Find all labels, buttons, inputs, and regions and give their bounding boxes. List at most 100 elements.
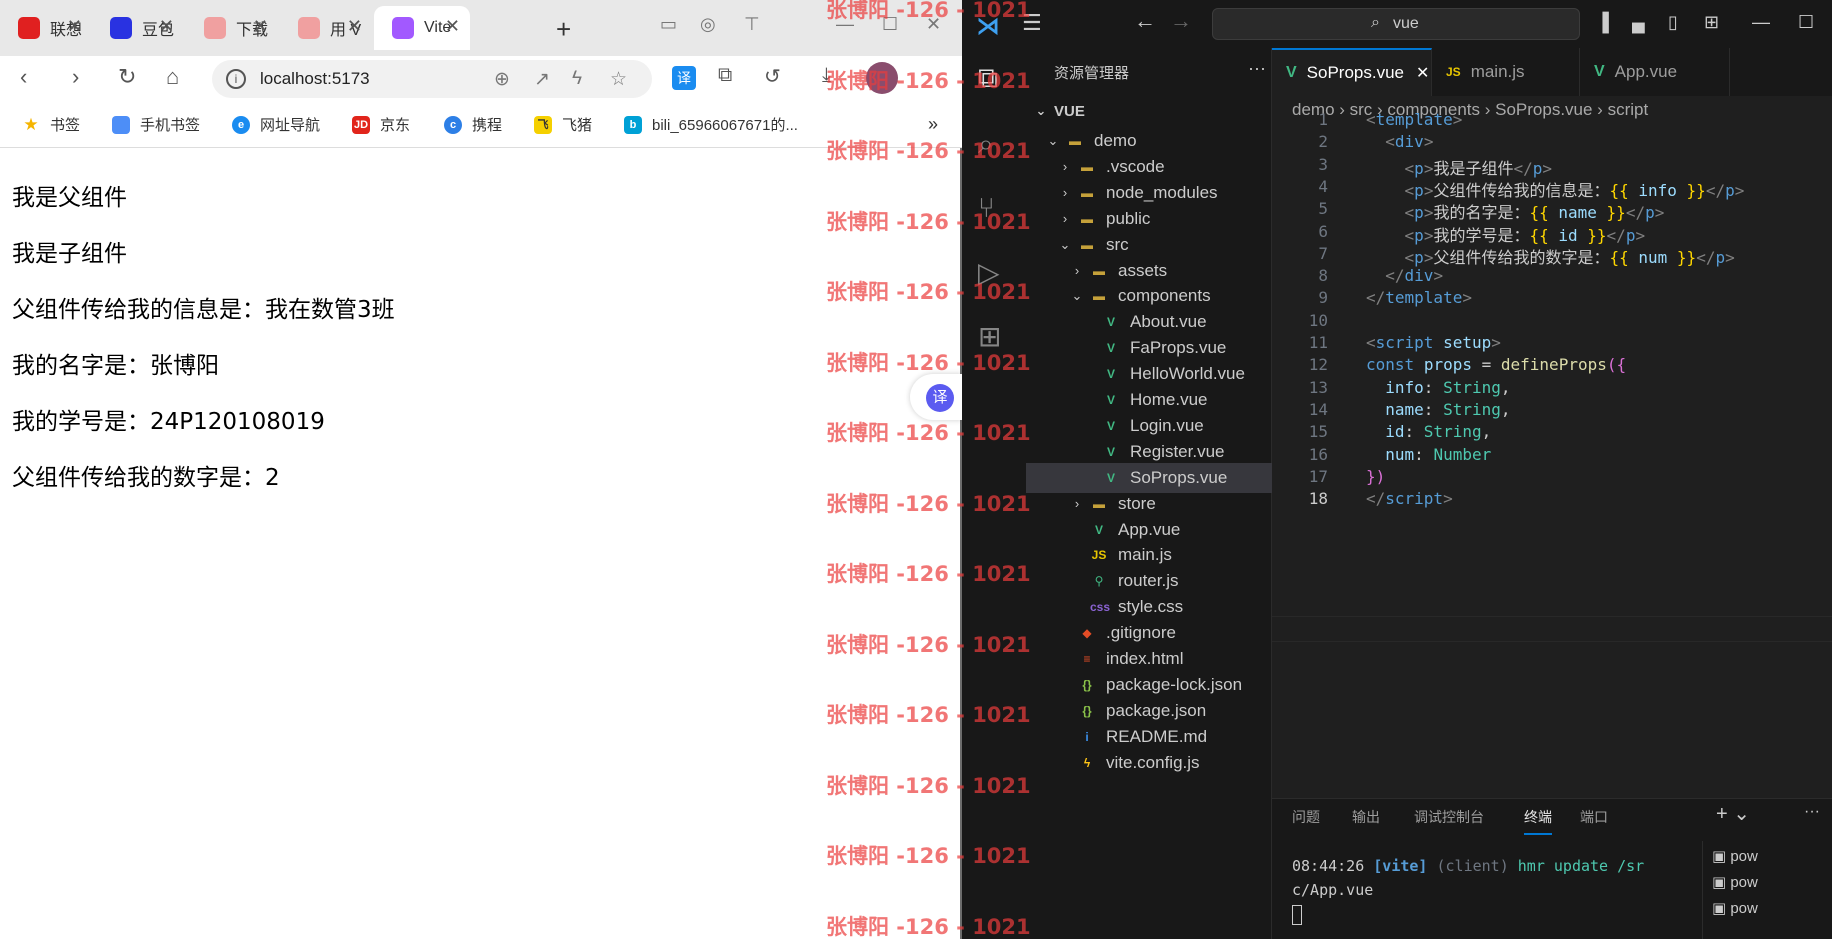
- code-line[interactable]: }): [1366, 467, 1385, 486]
- browser-tab[interactable]: Vite ✕: [374, 6, 470, 50]
- new-terminal-icon[interactable]: + ⌄: [1716, 801, 1750, 826]
- code-line[interactable]: <p>父组件传给我的数字是：{{ num }}</p>: [1366, 244, 1735, 268]
- current-line-highlight: [1272, 616, 1832, 642]
- close-tab-icon[interactable]: ✕: [159, 16, 174, 37]
- vite-icon: ϟ: [1083, 755, 1091, 770]
- bookmark-item[interactable]: b bili_65966067671的...: [624, 114, 798, 135]
- browser-tab[interactable]: 下载 ✕: [186, 6, 278, 50]
- watermark-text: 张博阳 -126 - 1021: [826, 703, 1031, 727]
- workspace-root[interactable]: ⌄ VUE: [1026, 96, 1272, 126]
- panel-tab-problems[interactable]: 问题: [1292, 807, 1320, 827]
- minimize-icon[interactable]: —: [1752, 12, 1770, 33]
- terminal-instance[interactable]: ▣ pow: [1712, 847, 1758, 865]
- code-line[interactable]: <div>: [1366, 132, 1433, 151]
- more-actions-icon[interactable]: ···: [1248, 58, 1266, 79]
- panel-tab-terminal[interactable]: 终端: [1524, 807, 1552, 835]
- site-info-icon[interactable]: i: [226, 69, 246, 89]
- vue-icon: V: [1106, 393, 1115, 407]
- panel-tab-debug[interactable]: 调试控制台: [1414, 807, 1484, 827]
- back-arrow-icon[interactable]: ←: [1134, 8, 1156, 34]
- code-line[interactable]: <p>我是子组件</p>: [1366, 155, 1552, 179]
- browser-tab[interactable]: 联想 ✕: [0, 6, 92, 50]
- toggle-sidebar-icon[interactable]: ▐: [1596, 12, 1609, 33]
- browser-tab[interactable]: 豆包 ✕: [92, 6, 184, 50]
- vscode-window: ⋊ ☰ ← → ⌕ vue ▐ ▄ ▯ ⊞ — ☐ ⧉ ⌕ ⑂ ▷ ⊞ 资源管理…: [962, 0, 1832, 939]
- lightning-icon[interactable]: ϟ: [572, 68, 582, 90]
- code-line[interactable]: </template>: [1366, 288, 1472, 307]
- terminal-instance[interactable]: ▣ pow: [1712, 899, 1758, 917]
- toggle-secondary-icon[interactable]: ▯: [1668, 12, 1678, 33]
- bookmark-item[interactable]: ★ 书签: [22, 114, 80, 135]
- line-number: 18: [1308, 489, 1328, 509]
- panel-tab-output[interactable]: 输出: [1352, 807, 1380, 827]
- close-icon[interactable]: ✕: [1416, 63, 1429, 83]
- close-tab-icon[interactable]: ✕: [445, 16, 460, 37]
- watermark-text: 张博阳 -126 - 1021: [826, 421, 1031, 445]
- back-icon[interactable]: ‹: [20, 64, 27, 90]
- tab-search-icon[interactable]: ▭: [660, 14, 677, 35]
- more-actions-icon[interactable]: ···: [1804, 803, 1820, 821]
- code-line[interactable]: id: String,: [1366, 422, 1491, 441]
- toggle-panel-icon[interactable]: ▄: [1632, 12, 1645, 33]
- chevron-down-icon: ⌄: [1059, 236, 1071, 252]
- extensions-icon[interactable]: ◎: [700, 14, 716, 35]
- bookmark-item[interactable]: e 网址导航: [232, 114, 320, 135]
- tab-soprops[interactable]: V SoProps.vue ✕: [1272, 48, 1432, 96]
- layout-icon[interactable]: ⊞: [1704, 12, 1719, 33]
- tab-app-vue[interactable]: V App.vue: [1580, 48, 1730, 96]
- zoom-icon[interactable]: ⊕: [494, 68, 510, 91]
- code-line[interactable]: <p>我的名字是：{{ name }}</p>: [1366, 199, 1665, 223]
- bookmark-item[interactable]: JD 京东: [352, 114, 410, 135]
- code-line[interactable]: name: String,: [1366, 400, 1510, 419]
- watermark-text: 张博阳 -126 - 1021: [826, 68, 1031, 93]
- forward-arrow-icon[interactable]: →: [1170, 8, 1192, 34]
- code-line[interactable]: <script setup>: [1366, 333, 1501, 352]
- panel-tab-ports[interactable]: 端口: [1580, 807, 1608, 827]
- code-line[interactable]: <p>我的学号是：{{ id }}</p>: [1366, 222, 1646, 246]
- breadcrumb[interactable]: demo › src › components › SoProps.vue › …: [1292, 100, 1648, 120]
- close-tab-icon[interactable]: ✕: [67, 16, 82, 37]
- address-bar[interactable]: i localhost:5173 ⊕ ↗ ϟ ☆: [212, 60, 652, 98]
- line-number: 14: [1308, 399, 1328, 419]
- code-line[interactable]: </div>: [1366, 266, 1443, 285]
- browser-tab[interactable]: 用 V ✕: [280, 6, 372, 50]
- star-icon: ★: [23, 114, 39, 134]
- tree-file[interactable]: ϟ vite.config.js: [1026, 748, 1272, 778]
- collections-icon[interactable]: ↺: [764, 64, 781, 89]
- chevron-down-icon: ⌄: [1047, 133, 1059, 148]
- close-tab-icon[interactable]: ✕: [253, 16, 268, 37]
- folder-icon: ▬: [1081, 159, 1093, 174]
- content-line: 我的名字是：张博阳: [12, 353, 219, 379]
- puzzle-icon[interactable]: ⧉: [718, 64, 732, 87]
- git-icon: ◆: [1082, 626, 1092, 641]
- code-line[interactable]: </script>: [1366, 489, 1453, 508]
- bookmark-item[interactable]: c 携程: [444, 114, 502, 135]
- reload-icon[interactable]: ↻: [118, 64, 136, 90]
- terminal-instance[interactable]: ▣ pow: [1712, 873, 1758, 891]
- translate-float-button[interactable]: 译: [910, 374, 962, 420]
- code-line[interactable]: num: Number: [1366, 445, 1491, 464]
- bookmark-item[interactable]: 手机书签: [112, 114, 200, 135]
- code-line[interactable]: const props = defineProps({: [1366, 355, 1626, 374]
- chevron-right-icon: ›: [1062, 159, 1068, 175]
- command-center-search[interactable]: ⌕ vue: [1212, 8, 1580, 40]
- chevron-right-icon: ›: [1062, 185, 1068, 201]
- translate-ext-icon[interactable]: 译: [672, 66, 696, 90]
- close-tab-icon[interactable]: ✕: [347, 16, 362, 37]
- bookmark-item[interactable]: 飞飞猪: [534, 114, 592, 135]
- star-icon[interactable]: ☆: [610, 68, 627, 91]
- shirt-icon[interactable]: ⊤: [744, 14, 760, 35]
- vue-icon: V: [1106, 470, 1115, 485]
- code-line[interactable]: info: String,: [1366, 378, 1510, 397]
- bottom-panel: 问题 输出 调试控制台 终端 端口 + ⌄ ··· 08:44:26 [vite…: [1272, 798, 1832, 939]
- forward-icon[interactable]: ›: [72, 64, 79, 90]
- tab-main-js[interactable]: JS main.js: [1432, 48, 1580, 96]
- line-number: 13: [1308, 377, 1328, 397]
- new-tab-button[interactable]: +: [556, 14, 571, 45]
- code-line[interactable]: <template>: [1366, 110, 1462, 129]
- home-icon[interactable]: ⌂: [166, 64, 179, 90]
- maximize-icon[interactable]: ☐: [1798, 12, 1814, 33]
- more-bookmarks-icon[interactable]: »: [928, 114, 938, 135]
- share-icon[interactable]: ↗: [534, 68, 550, 91]
- code-line[interactable]: <p>父组件传给我的信息是：{{ info }}</p>: [1366, 177, 1745, 201]
